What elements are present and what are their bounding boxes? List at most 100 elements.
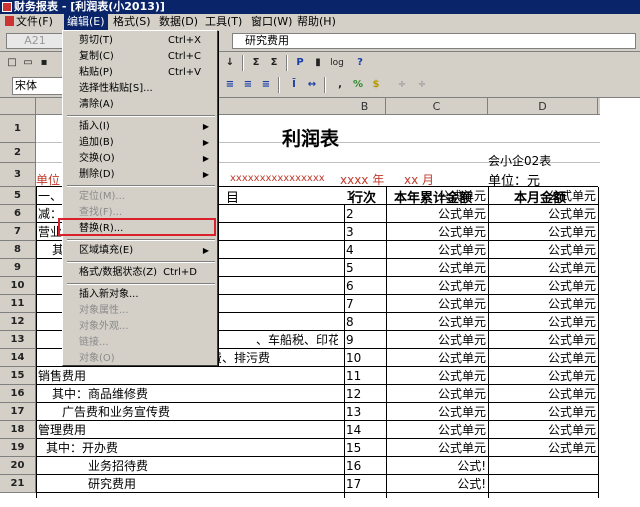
date-mask[interactable]: xxxxxxxxxxxxxxxx	[230, 173, 325, 184]
menu-item-clear[interactable]: 清除(A)	[65, 97, 215, 113]
cell-ytd-formula[interactable]: 公式单元	[388, 332, 486, 348]
cell-reference-box[interactable]: A21	[6, 33, 64, 49]
sum-all-icon[interactable]: Σ	[266, 55, 282, 71]
menu-edit[interactable]: 编辑(E)	[64, 14, 108, 30]
menu-item-goto[interactable]: 定位(M)...	[65, 189, 215, 205]
cell-ytd-formula[interactable]: 公式!	[388, 458, 486, 474]
row-header[interactable]: 12	[0, 313, 36, 331]
menu-item-object[interactable]: 对象(O)	[65, 351, 215, 367]
cell-line-number[interactable]: 7	[346, 296, 384, 312]
cell-ytd-formula[interactable]: 公式单元	[388, 440, 486, 456]
cell-ytd-formula[interactable]: 公式单元	[388, 422, 486, 438]
row-header[interactable]: 8	[0, 241, 36, 259]
row-header[interactable]: 10	[0, 277, 36, 295]
vertical-align-icon[interactable]: Ī	[286, 77, 302, 93]
cell-month-formula[interactable]: 公式单元	[490, 260, 596, 276]
cell-line-number[interactable]: 5	[346, 260, 384, 276]
menu-help[interactable]: 帮助(H)	[294, 14, 339, 30]
corner-cell[interactable]	[0, 98, 36, 115]
cell-line-number[interactable]: 17	[346, 476, 384, 492]
menu-item-fill-range[interactable]: 区域填充(E) ▶	[65, 243, 215, 259]
save-icon[interactable]: ▪	[36, 55, 52, 71]
cell-ytd-formula[interactable]: 公式单元	[388, 206, 486, 222]
menu-window[interactable]: 窗口(W)	[248, 14, 295, 30]
cell-ytd-formula[interactable]: 公式单元	[388, 242, 486, 258]
sort-icon[interactable]: ↓	[222, 55, 238, 71]
cell-ytd-formula[interactable]: 公式单元	[388, 386, 486, 402]
cell-month-formula[interactable]: 公式单元	[490, 368, 596, 384]
menu-item-link[interactable]: 链接...	[65, 335, 215, 351]
log-button[interactable]: log	[328, 55, 346, 71]
cell-item-name[interactable]: 、车船税、印花税	[256, 332, 338, 348]
cell-line-number[interactable]: 8	[346, 314, 384, 330]
report-title[interactable]: 利润表	[282, 124, 339, 151]
menu-item-paste[interactable]: 粘贴(P) Ctrl+V	[65, 65, 215, 81]
font-select[interactable]: 宋体	[12, 77, 64, 95]
menu-item-paste-special[interactable]: 选择性粘贴[S]...	[65, 81, 215, 97]
form-number[interactable]: 会小企02表	[488, 152, 551, 169]
cell-line-number[interactable]: 2	[346, 206, 384, 222]
menu-item-insert-object[interactable]: 插入新对象...	[65, 287, 215, 303]
menu-format[interactable]: 格式(S)	[110, 14, 154, 30]
formula-input[interactable]: 研究费用	[232, 33, 636, 49]
cell-line-number[interactable]: 14	[346, 422, 384, 438]
cell-month-formula[interactable]: 公式单元	[490, 422, 596, 438]
cell-item-name[interactable]: 其中：商品维修费	[52, 386, 338, 402]
help-pointer-icon[interactable]: ?	[352, 55, 368, 71]
menu-item-swap[interactable]: 交换(O) ▶	[65, 151, 215, 167]
cell-month-formula[interactable]: 公式单元	[490, 350, 596, 366]
month-mask[interactable]: xx 月	[404, 171, 434, 188]
menu-tools[interactable]: 工具(T)	[202, 14, 245, 30]
cell-month-formula[interactable]: 公式单元	[490, 314, 596, 330]
row-header[interactable]: 16	[0, 385, 36, 403]
menu-item-object-appearance[interactable]: 对象外观...	[65, 319, 215, 335]
comma-style-icon[interactable]: ,	[332, 77, 348, 93]
row-header[interactable]: 9	[0, 259, 36, 277]
menu-data[interactable]: 数据(D)	[156, 14, 201, 30]
row-header[interactable]: 14	[0, 349, 36, 367]
column-header-b[interactable]: B	[344, 98, 386, 115]
align-left-icon[interactable]: ≡	[222, 77, 238, 93]
column-header-c[interactable]: C	[386, 98, 488, 115]
menu-item-delete[interactable]: 删除(D) ▶	[65, 167, 215, 183]
cell-month-formula[interactable]: 公式单元	[490, 278, 596, 294]
cell-month-formula[interactable]: 公式单元	[490, 440, 596, 456]
cell-month-formula[interactable]: 公式单元	[490, 206, 596, 222]
decrease-decimal-icon[interactable]: ÷	[414, 77, 430, 93]
cell-month-formula[interactable]: 公式单元	[490, 332, 596, 348]
cell-line-number[interactable]: 4	[346, 242, 384, 258]
cell-ytd-formula[interactable]: 公式单元	[388, 350, 486, 366]
row-header[interactable]: 2	[0, 143, 36, 163]
cell-line-number[interactable]: 13	[346, 404, 384, 420]
menu-item-cut[interactable]: 剪切(T) Ctrl+X	[65, 33, 215, 49]
column-header-d[interactable]: D	[488, 98, 598, 115]
cell-line-number[interactable]: 1	[346, 188, 384, 204]
align-center-icon[interactable]: ≡	[240, 77, 256, 93]
cell-ytd-formula[interactable]: 公式单元	[388, 368, 486, 384]
cell-item-name[interactable]: 管理费用	[38, 422, 338, 438]
cell-ytd-formula[interactable]: 公式单元	[388, 278, 486, 294]
cell-ytd-formula[interactable]: 公式单元	[388, 188, 486, 204]
cell-item-name[interactable]: 业务招待费	[88, 458, 338, 474]
row-header[interactable]: 13	[0, 331, 36, 349]
cell-month-formula[interactable]: 公式单元	[490, 404, 596, 420]
row-header[interactable]: 6	[0, 205, 36, 223]
menu-item-append[interactable]: 追加(B) ▶	[65, 135, 215, 151]
cell-ytd-formula[interactable]: 公式单元	[388, 314, 486, 330]
cell-line-number[interactable]: 9	[346, 332, 384, 348]
percent-icon[interactable]: %	[350, 77, 366, 93]
new-file-icon[interactable]: □	[4, 55, 20, 71]
sum-icon[interactable]: Σ	[248, 55, 264, 71]
menu-item-copy[interactable]: 复制(C) Ctrl+C	[65, 49, 215, 65]
cell-ytd-formula[interactable]: 公式单元	[388, 224, 486, 240]
currency-icon[interactable]: $	[368, 77, 384, 93]
cell-month-formula[interactable]: 公式单元	[490, 188, 596, 204]
row-header[interactable]: 5	[0, 187, 36, 205]
zoom-button[interactable]: P	[292, 55, 308, 71]
row-header[interactable]: 3	[0, 163, 36, 187]
unit-label-left[interactable]: 单位	[36, 171, 60, 188]
cell-ytd-formula[interactable]: 公式单元	[388, 260, 486, 276]
cell-line-number[interactable]: 16	[346, 458, 384, 474]
cell-item-name[interactable]: 广告费和业务宣传费	[62, 404, 338, 420]
cell-item-name[interactable]: 研究费用	[88, 476, 338, 492]
